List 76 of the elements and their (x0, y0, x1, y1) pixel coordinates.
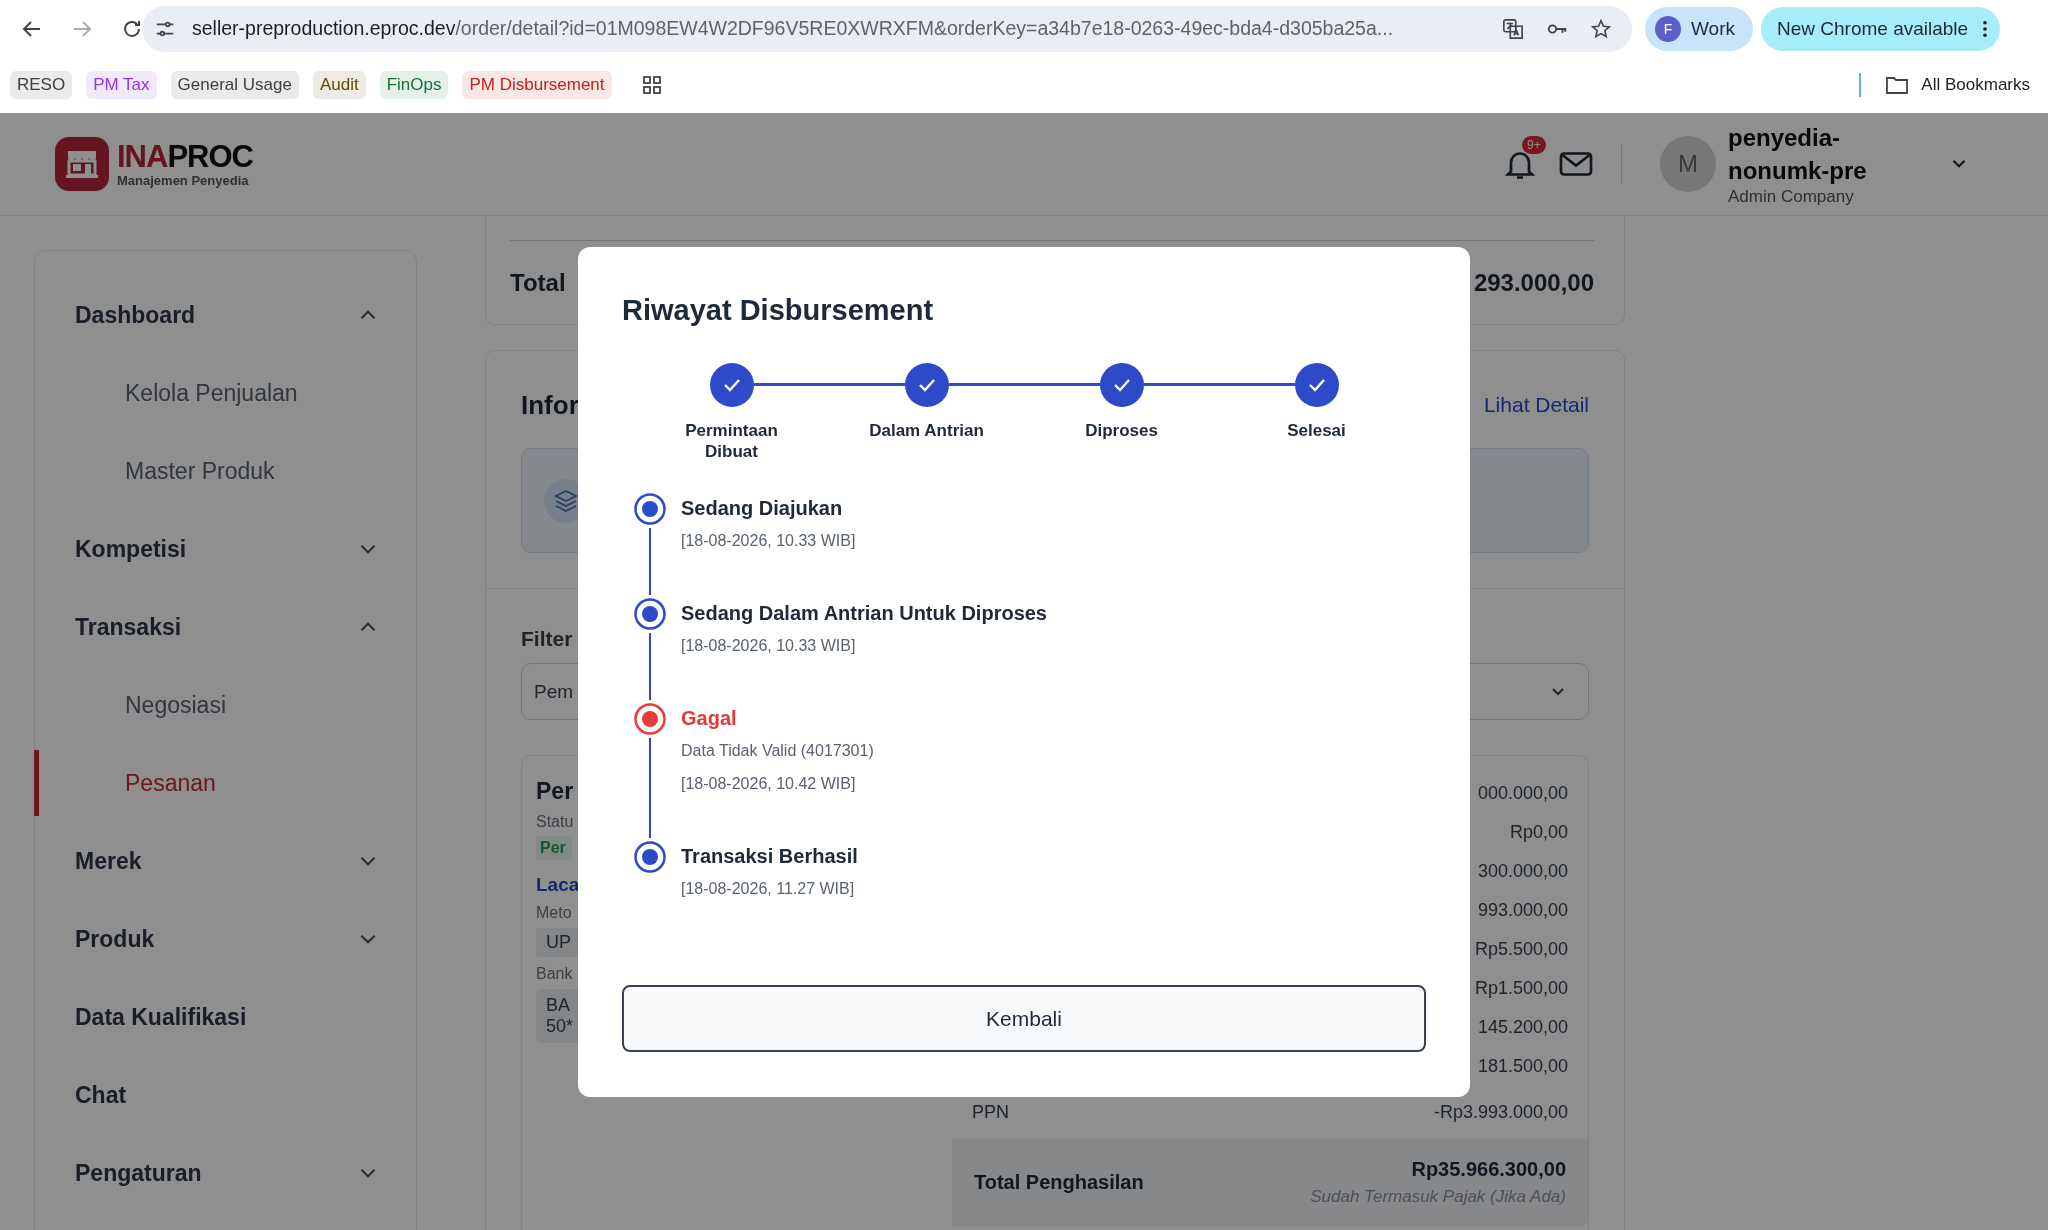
total-amount: 293.000,00 (1473, 269, 1594, 297)
user-avatar: M (1660, 136, 1716, 192)
profile-button[interactable]: F Work (1645, 6, 1753, 51)
sidebar-item[interactable]: Merek (35, 822, 416, 900)
price-amount: Rp5.500,00 (1474, 939, 1568, 960)
sidebar-item[interactable]: Pengaturan (35, 1134, 416, 1212)
bookmark[interactable]: PM Disbursement (462, 71, 612, 99)
more-icon (1982, 19, 1989, 38)
sidebar-item[interactable]: Data Kualifikasi (35, 978, 416, 1056)
total-income-amount: Rp35.966.300,00 (1411, 1158, 1566, 1181)
all-bookmarks-button[interactable]: All Bookmarks (1885, 75, 2030, 95)
address-bar[interactable]: seller-preproduction.eproc.dev/order/detail?id=01M098EW4W2DF96V5RE0XWRXFM&orderKey=a34b7e18-0263-49ec-bda4-d305ba25a... (142, 5, 1632, 52)
section-title: Infor (521, 389, 579, 421)
logo-subtitle: Manajemen Penyedia (117, 172, 250, 188)
status-label: Statu (536, 813, 574, 831)
order-title: Per (536, 778, 574, 805)
ppn-amount: -Rp3.993.000,00 (1433, 1101, 1568, 1123)
user-name: penyedia-nonumk-pre (1728, 123, 1868, 186)
history-time: [18-08-2026, 11.27 WIB] (681, 879, 856, 899)
store-logo-icon (55, 137, 109, 191)
history-time: [18-08-2026, 10.33 WIB] (681, 531, 856, 551)
logo-wordmark: INAPROC (117, 140, 253, 173)
step-label: Dalam Antrian (868, 420, 985, 441)
step-label: Selesai (1286, 420, 1347, 441)
sidebar-item[interactable]: Transaksi (35, 588, 416, 666)
price-amount: 181.500,00 (1477, 1056, 1568, 1077)
step-label: Permintaan Dibuat (684, 420, 779, 462)
price-amount: 300.000,00 (1477, 861, 1568, 882)
bookmark[interactable]: PM Tax (86, 71, 157, 99)
history-title: Gagal (681, 706, 738, 731)
ppn-label: PPN (972, 1101, 1009, 1123)
history-note: Data Tidak Valid (4017301) (681, 741, 874, 761)
translate-icon[interactable] (1502, 17, 1524, 40)
method-label: Meto (536, 904, 572, 922)
total-income-label: Total Penghasilan (974, 1171, 1144, 1194)
dialog-title: Riwayat Disbursement (622, 293, 935, 328)
history-time: [18-08-2026, 10.42 WIB] (681, 774, 857, 794)
bookmark[interactable]: RESO (10, 71, 73, 99)
url-text: seller-preproduction.eproc.dev/order/detail?id=01M098EW4W2DF96V5RE0XWRXFM&orderKey=a34b7e18-0263-49ec-bda4-d305ba25a... (192, 17, 1395, 40)
sidebar-item[interactable]: Chat (35, 1056, 416, 1134)
sidebar-subitem[interactable]: Master Produk (35, 432, 416, 510)
profile-avatar: F (1655, 15, 1681, 42)
filter-label: Filter (521, 627, 573, 651)
star-icon[interactable] (1590, 17, 1612, 40)
price-amount: Rp1.500,00 (1474, 978, 1568, 999)
status-tag: Per (536, 836, 572, 860)
bookmark[interactable]: FinOps (379, 71, 449, 99)
price-amount: 145.200,00 (1477, 1017, 1568, 1038)
tracking-link[interactable]: Laca (536, 874, 580, 896)
total-label: Total (510, 269, 566, 297)
sidebar-item[interactable]: Dashboard (35, 276, 416, 354)
price-amount: 993.000,00 (1477, 900, 1568, 921)
sidebar-subitem[interactable]: Kelola Penjualan (35, 354, 416, 432)
price-amount: Rp0,00 (1509, 822, 1568, 843)
sidebar-subitem[interactable]: Pesanan (35, 744, 416, 822)
apps-grid-icon[interactable] (641, 75, 662, 95)
history-title: Sedang Dalam Antrian Untuk Diproses (681, 601, 1047, 626)
step-label: Diproses (1084, 420, 1159, 441)
notification-badge: 9+ (1522, 136, 1546, 154)
folder-icon (1885, 75, 1910, 95)
detail-link[interactable]: Lihat Detail (1483, 393, 1589, 417)
method-tag: UP (536, 928, 581, 957)
user-role: Admin Company (1728, 187, 1855, 207)
bookmark[interactable]: Audit (312, 71, 366, 99)
tax-note: Sudah Termasuk Pajak (Jika Ada) (1310, 1187, 1566, 1207)
back-button[interactable]: Kembali (622, 985, 1426, 1052)
sidebar-subitem[interactable]: Negosiasi (35, 666, 416, 744)
sidebar-item[interactable]: Produk (35, 900, 416, 978)
update-button[interactable]: New Chrome available (1761, 6, 2001, 51)
price-amount: 000.000,00 (1477, 783, 1568, 804)
history-time: [18-08-2026, 10.33 WIB] (681, 636, 857, 656)
bookmark[interactable]: General Usage (170, 71, 299, 99)
bank-label: Bank (536, 965, 573, 983)
history-title: Sedang Diajukan (681, 496, 844, 521)
history-title: Transaksi Berhasil (681, 844, 858, 869)
sidebar-item[interactable]: Kompetisi (35, 510, 416, 588)
